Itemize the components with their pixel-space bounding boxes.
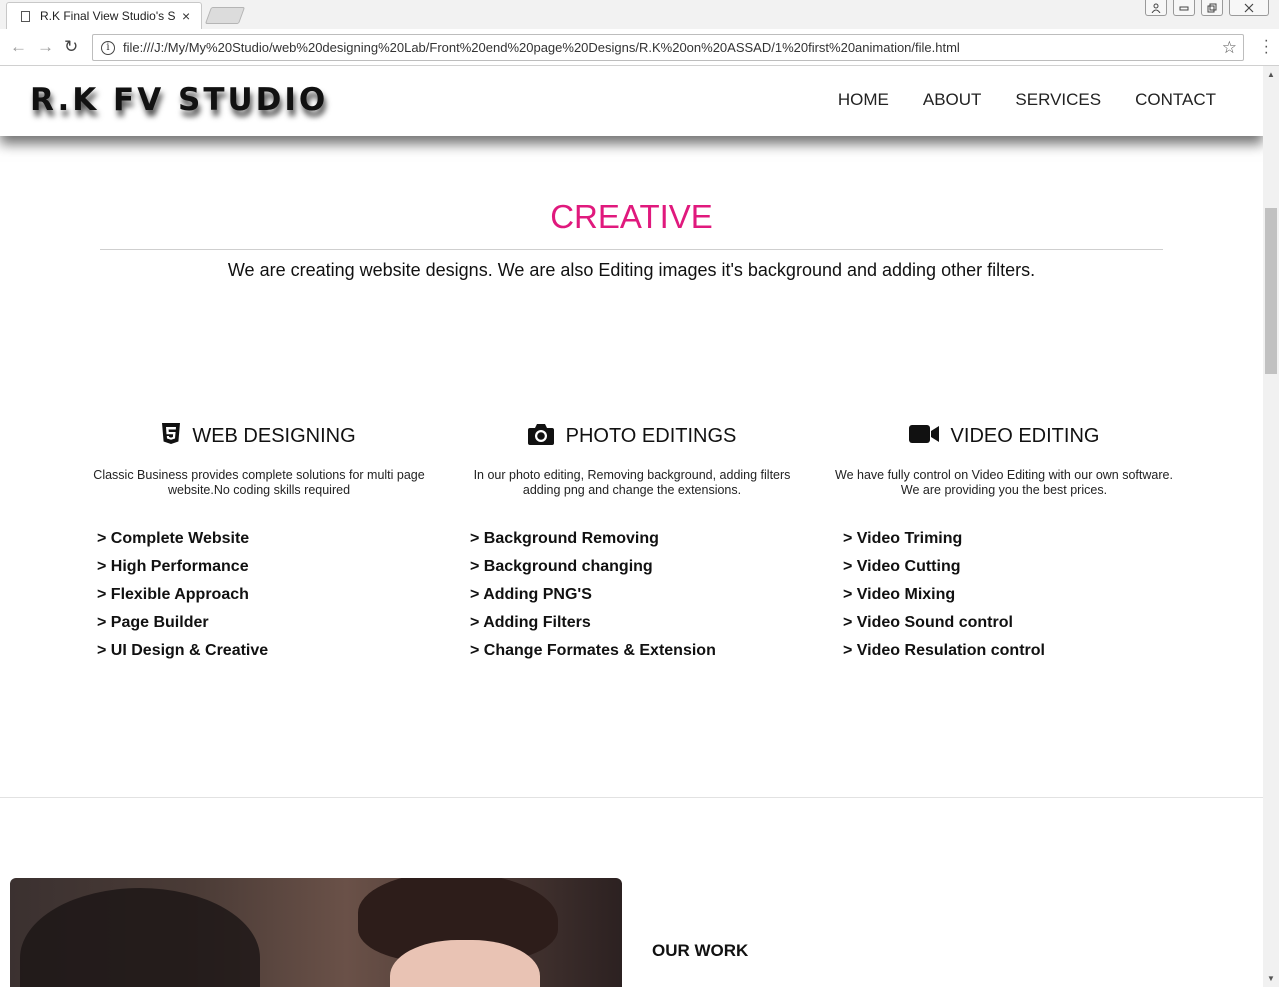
nav-home[interactable]: HOME <box>838 90 889 110</box>
restore-icon[interactable] <box>1201 0 1223 16</box>
list-item: > Video Resulation control <box>843 642 1045 659</box>
creative-heading: CREATIVE <box>550 198 713 235</box>
section-divider <box>0 797 1263 798</box>
scroll-down-icon[interactable]: ▼ <box>1267 974 1275 983</box>
profile-icon[interactable] <box>1145 0 1167 16</box>
list-item: > UI Design & Creative <box>97 642 269 659</box>
list-item: > Background Removing <box>470 530 659 547</box>
address-bar-row: ← → ↻ i file:///J:/My/My%20Studio/web%20… <box>0 29 1279 66</box>
photo-shadow <box>20 888 260 987</box>
service-video-editing: VIDEO EDITING We have fully control on V… <box>824 421 1184 498</box>
list-item: > Change Formates & Extension <box>470 642 716 659</box>
divider <box>100 249 1163 250</box>
url-input[interactable]: i file:///J:/My/My%20Studio/web%20design… <box>92 34 1244 61</box>
list-item: > Page Builder <box>97 614 209 631</box>
nav-services[interactable]: SERVICES <box>1015 90 1101 110</box>
url-text: file:///J:/My/My%20Studio/web%20designin… <box>123 40 960 55</box>
menu-icon[interactable]: · · · <box>1264 33 1269 61</box>
feature-list-web: > Complete Website > High Performance > … <box>97 529 268 669</box>
service-title: WEB DESIGNING <box>192 424 356 447</box>
window-controls <box>1145 0 1269 16</box>
service-description: Classic Business provides complete solut… <box>93 468 425 497</box>
new-tab-button[interactable] <box>204 7 246 24</box>
site-logo[interactable]: R.K FV STUDIO <box>30 82 328 118</box>
close-window-icon[interactable] <box>1229 0 1269 16</box>
close-tab-icon[interactable]: × <box>182 8 190 24</box>
scrollbar-thumb[interactable] <box>1265 208 1277 374</box>
service-description: We have fully control on Video Editing w… <box>835 468 1173 497</box>
nav-contact[interactable]: CONTACT <box>1135 90 1216 110</box>
list-item: > Adding Filters <box>470 614 591 631</box>
service-photo-editings: PHOTO EDITINGS In our photo editing, Rem… <box>452 421 812 498</box>
service-description: In our photo editing, Removing backgroun… <box>473 468 791 497</box>
tab-title: R.K Final View Studio's Si <box>40 9 176 23</box>
nav-about[interactable]: ABOUT <box>923 90 982 110</box>
reload-icon[interactable]: ↻ <box>64 37 78 57</box>
video-camera-icon <box>908 424 939 449</box>
info-icon[interactable]: i <box>101 40 115 55</box>
site-header: R.K FV STUDIO HOME ABOUT SERVICES CONTAC… <box>0 66 1263 136</box>
document-icon <box>21 10 30 22</box>
work-photo <box>10 878 622 987</box>
service-web-designing: WEB DESIGNING Classic Business provides … <box>79 421 439 498</box>
main-nav: HOME ABOUT SERVICES CONTACT <box>838 90 1216 110</box>
scroll-up-icon[interactable]: ▲ <box>1267 70 1275 79</box>
service-title: PHOTO EDITINGS <box>565 424 737 447</box>
minimize-icon[interactable] <box>1173 0 1195 16</box>
service-title: VIDEO EDITING <box>950 424 1100 447</box>
intro-text: We are creating website designs. We are … <box>227 260 1036 280</box>
list-item: > Flexible Approach <box>97 586 249 603</box>
page-viewport: R.K FV STUDIO HOME ABOUT SERVICES CONTAC… <box>0 66 1263 987</box>
forward-icon[interactable]: → <box>37 37 54 57</box>
back-icon[interactable]: ← <box>10 37 27 57</box>
browser-tab-bar: R.K Final View Studio's Si × <box>0 0 1279 29</box>
camera-icon <box>527 423 554 450</box>
list-item: > Video Triming <box>843 530 963 547</box>
browser-tab[interactable]: R.K Final View Studio's Si × <box>6 2 202 29</box>
list-item: > Video Sound control <box>843 614 1013 631</box>
list-item: > Video Mixing <box>843 586 956 603</box>
list-item: > Background changing <box>470 558 653 575</box>
list-item: > High Performance <box>97 558 249 575</box>
bookmark-star-icon[interactable]: ☆ <box>1222 38 1237 58</box>
page-scrollbar[interactable]: ▲ ▼ <box>1263 66 1279 987</box>
feature-list-photo: > Background Removing > Background chang… <box>470 529 716 669</box>
list-item: > Complete Website <box>97 530 250 547</box>
feature-list-video: > Video Triming > Video Cutting > Video … <box>843 529 1045 669</box>
our-work-heading: OUR WORK <box>652 941 749 960</box>
list-item: > Video Cutting <box>843 558 961 575</box>
list-item: > Adding PNG'S <box>470 586 592 603</box>
html5-icon <box>162 422 181 450</box>
